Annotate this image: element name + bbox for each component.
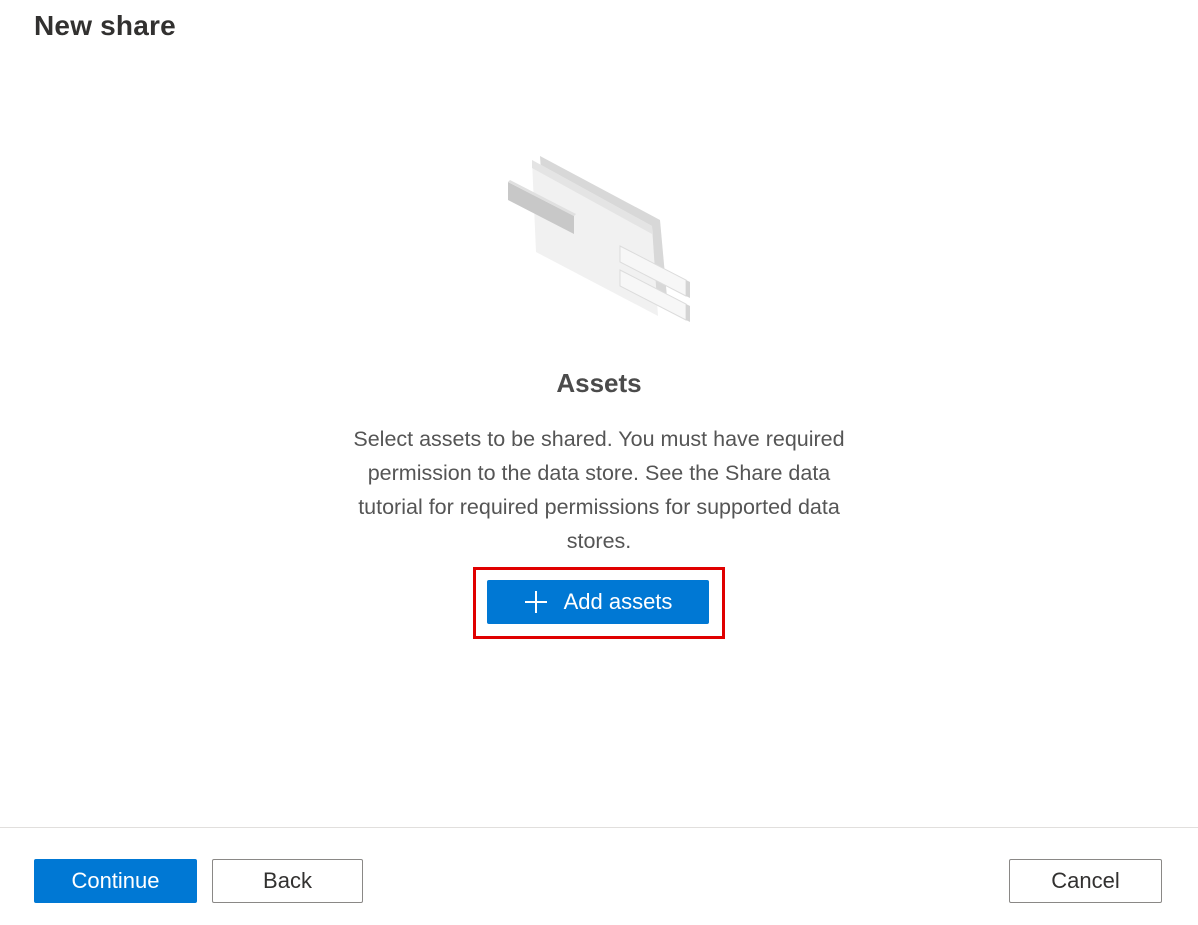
page-title: New share [34,10,176,41]
document-stack-illustration [500,148,700,338]
footer-divider [0,827,1198,828]
plus-icon [524,590,548,614]
add-assets-label: Add assets [563,589,673,614]
continue-button[interactable]: Continue [34,859,197,903]
assets-description: Select assets to be shared. You must hav… [353,427,845,553]
add-assets-button[interactable]: Add assets [487,580,709,624]
assets-title: Assets [556,368,642,398]
cancel-button[interactable]: Cancel [1009,859,1162,903]
back-button[interactable]: Back [212,859,363,903]
